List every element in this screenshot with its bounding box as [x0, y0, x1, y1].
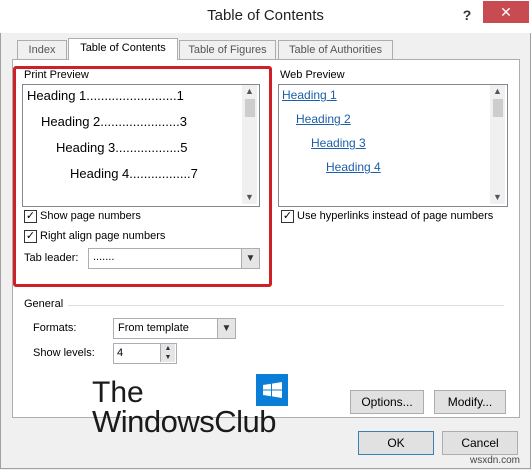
cancel-button[interactable]: Cancel — [442, 431, 518, 455]
general-separator — [68, 305, 504, 306]
chevron-down-icon[interactable]: ▼ — [217, 319, 235, 338]
ok-button[interactable]: OK — [358, 431, 434, 455]
site-watermark: wsxdn.com — [470, 455, 521, 466]
tab-table-of-contents[interactable]: Table of Contents — [68, 38, 178, 60]
web-preview-label: Web Preview — [280, 69, 345, 81]
web-preview-link-2[interactable]: Heading 2 — [296, 112, 351, 126]
tab-table-of-authorities[interactable]: Table of Authorities — [278, 40, 393, 60]
general-label: General — [24, 298, 64, 310]
modify-button[interactable]: Modify... — [434, 390, 506, 414]
highlight-box — [13, 66, 272, 287]
formats-label: Formats: — [33, 322, 77, 334]
show-levels-value: 4 — [117, 347, 124, 359]
formats-value: From template — [118, 322, 189, 334]
web-preview-link-4[interactable]: Heading 4 — [326, 160, 381, 174]
stepper-down-icon[interactable]: ▼ — [160, 353, 175, 362]
help-button[interactable]: ? — [457, 5, 477, 25]
tab-index[interactable]: Index — [17, 40, 67, 60]
web-preview-link-1[interactable]: Heading 1 — [282, 88, 337, 102]
show-levels-label: Show levels: — [33, 347, 95, 359]
window-title: Table of Contents — [207, 7, 324, 24]
stepper-up-icon[interactable]: ▲ — [160, 344, 175, 353]
options-button[interactable]: Options... — [350, 390, 424, 414]
watermark-line2: WindowsClub — [92, 404, 277, 439]
scroll-up-icon[interactable]: ▲ — [490, 86, 505, 96]
windows-logo-icon — [256, 374, 288, 406]
scroll-down-icon[interactable]: ▼ — [490, 192, 505, 202]
use-hyperlinks-label: Use hyperlinks instead of page numbers — [297, 210, 494, 222]
web-preview-link-3[interactable]: Heading 3 — [311, 136, 366, 150]
scroll-thumb[interactable] — [493, 99, 503, 117]
use-hyperlinks-checkbox[interactable]: ✓ — [281, 210, 294, 223]
tab-table-of-figures[interactable]: Table of Figures — [179, 40, 276, 60]
close-button[interactable]: ✕ — [483, 1, 529, 23]
